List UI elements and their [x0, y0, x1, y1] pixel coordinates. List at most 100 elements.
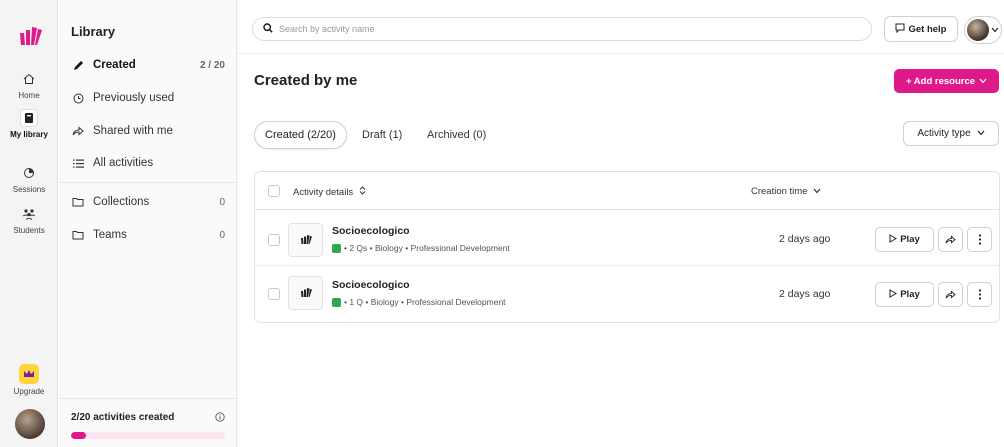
table-row[interactable]: Socioecologico • 1 Q • Biology • Profess…	[255, 266, 999, 321]
rail-my-library-label: My library	[10, 130, 48, 139]
play-label: Play	[900, 289, 920, 300]
icon-rail: Home My library Sessions Students Upgrad…	[0, 0, 58, 447]
library-item-count: 0	[219, 196, 225, 208]
library-item-collections[interactable]: Collections 0	[71, 192, 225, 212]
share-icon	[945, 290, 956, 299]
table-header: Activity details Creation time	[255, 172, 999, 210]
library-item-label: Previously used	[93, 92, 175, 104]
activity-meta: • 2 Qs • Biology • Professional Developm…	[332, 243, 510, 253]
students-icon	[20, 205, 38, 223]
rail-sessions-label: Sessions	[12, 185, 46, 194]
library-item-teams[interactable]: Teams 0	[71, 225, 225, 245]
activity-title[interactable]: Socioecologico	[332, 225, 410, 237]
folder-icon	[71, 230, 85, 240]
play-icon	[889, 288, 898, 301]
rail-sessions[interactable]: Sessions	[0, 164, 58, 194]
question-badge-icon	[332, 297, 341, 307]
activities-created-text: 2/20 activities created	[71, 412, 175, 423]
more-vertical-icon	[978, 289, 981, 300]
share-icon	[71, 126, 85, 136]
library-item-all-activities[interactable]: All activities	[71, 153, 225, 173]
more-options-button[interactable]	[967, 227, 992, 252]
library-footer-divider	[59, 398, 237, 399]
info-icon[interactable]	[215, 412, 225, 425]
rail-home[interactable]: Home	[0, 70, 58, 100]
list-icon	[71, 159, 85, 168]
activity-type-filter[interactable]: Activity type	[903, 121, 999, 146]
folder-icon	[71, 197, 85, 207]
library-item-created[interactable]: Created 2 / 20	[71, 55, 225, 75]
profile-menu[interactable]	[964, 16, 1002, 44]
upgrade-label: Upgrade	[13, 387, 45, 396]
col-creation-time-label: Creation time	[751, 186, 808, 197]
activity-thumbnail	[288, 276, 323, 310]
rail-students[interactable]: Students	[0, 205, 58, 235]
search-box[interactable]	[252, 17, 872, 41]
question-badge-icon	[332, 243, 341, 253]
get-help-label: Get help	[908, 23, 947, 35]
chevron-down-icon	[979, 76, 987, 87]
activity-type-label: Activity type	[917, 128, 971, 139]
sort-icon	[359, 186, 366, 198]
search-icon	[263, 22, 273, 36]
wayground-logo-icon[interactable]	[18, 27, 42, 47]
home-icon	[20, 70, 38, 88]
chevron-down-icon	[991, 25, 999, 35]
get-help-button[interactable]: Get help	[884, 16, 958, 42]
search-input[interactable]	[279, 24, 839, 34]
share-icon	[945, 235, 956, 244]
col-activity-details-label: Activity details	[293, 187, 354, 198]
activities-progress-bar	[71, 432, 225, 439]
activity-title[interactable]: Socioecologico	[332, 279, 410, 291]
activity-meta: • 1 Q • Biology • Professional Developme…	[332, 297, 506, 307]
library-item-shared-with-me[interactable]: Shared with me	[71, 121, 225, 141]
library-item-label: Created	[93, 59, 136, 71]
tab-archived[interactable]: Archived (0)	[427, 121, 486, 149]
pencil-icon	[71, 60, 85, 71]
col-activity-details[interactable]: Activity details	[293, 186, 366, 198]
col-creation-time[interactable]: Creation time	[751, 186, 821, 197]
play-label: Play	[900, 234, 920, 245]
activities-progress-fill	[71, 432, 87, 439]
activity-creation-time: 2 days ago	[779, 288, 831, 300]
share-button[interactable]	[938, 227, 963, 252]
user-avatar[interactable]	[15, 409, 45, 439]
activities-table: Activity details Creation time Socioecol…	[254, 171, 1000, 323]
share-button[interactable]	[938, 282, 963, 307]
chevron-down-icon	[977, 128, 985, 139]
page-title: Created by me	[254, 72, 358, 89]
rail-home-label: Home	[18, 91, 40, 100]
activity-meta-text: • 2 Qs • Biology • Professional Developm…	[344, 243, 510, 253]
library-item-previously-used[interactable]: Previously used	[71, 88, 225, 108]
library-item-label: Shared with me	[93, 125, 173, 137]
profile-avatar	[967, 19, 989, 41]
upgrade-button[interactable]: Upgrade	[0, 364, 58, 396]
select-all-checkbox[interactable]	[268, 185, 280, 197]
library-item-count: 0	[219, 229, 225, 241]
wayground-logo-icon	[300, 235, 312, 244]
clock-icon	[71, 93, 85, 104]
help-chat-icon	[895, 23, 905, 36]
tab-draft[interactable]: Draft (1)	[362, 121, 402, 149]
row-checkbox[interactable]	[268, 234, 280, 246]
play-button[interactable]: Play	[875, 282, 934, 307]
rail-my-library[interactable]: My library	[0, 109, 58, 139]
tab-created[interactable]: Created (2/20)	[254, 121, 347, 149]
more-options-button[interactable]	[967, 282, 992, 307]
top-divider	[237, 53, 1004, 54]
more-vertical-icon	[978, 234, 981, 245]
library-divider	[59, 182, 237, 183]
library-item-label: Collections	[93, 196, 150, 208]
library-icon	[20, 109, 38, 127]
wayground-logo-icon	[300, 288, 312, 297]
crown-icon	[19, 364, 39, 384]
rail-students-label: Students	[13, 226, 45, 235]
row-checkbox[interactable]	[268, 288, 280, 300]
table-row[interactable]: Socioecologico • 2 Qs • Biology • Profes…	[255, 211, 999, 266]
add-resource-label: + Add resource	[905, 75, 976, 87]
play-icon	[889, 233, 898, 246]
add-resource-button[interactable]: + Add resource	[894, 69, 999, 93]
activity-creation-time: 2 days ago	[779, 233, 831, 245]
play-button[interactable]: Play	[875, 227, 934, 252]
library-title: Library	[71, 24, 116, 39]
